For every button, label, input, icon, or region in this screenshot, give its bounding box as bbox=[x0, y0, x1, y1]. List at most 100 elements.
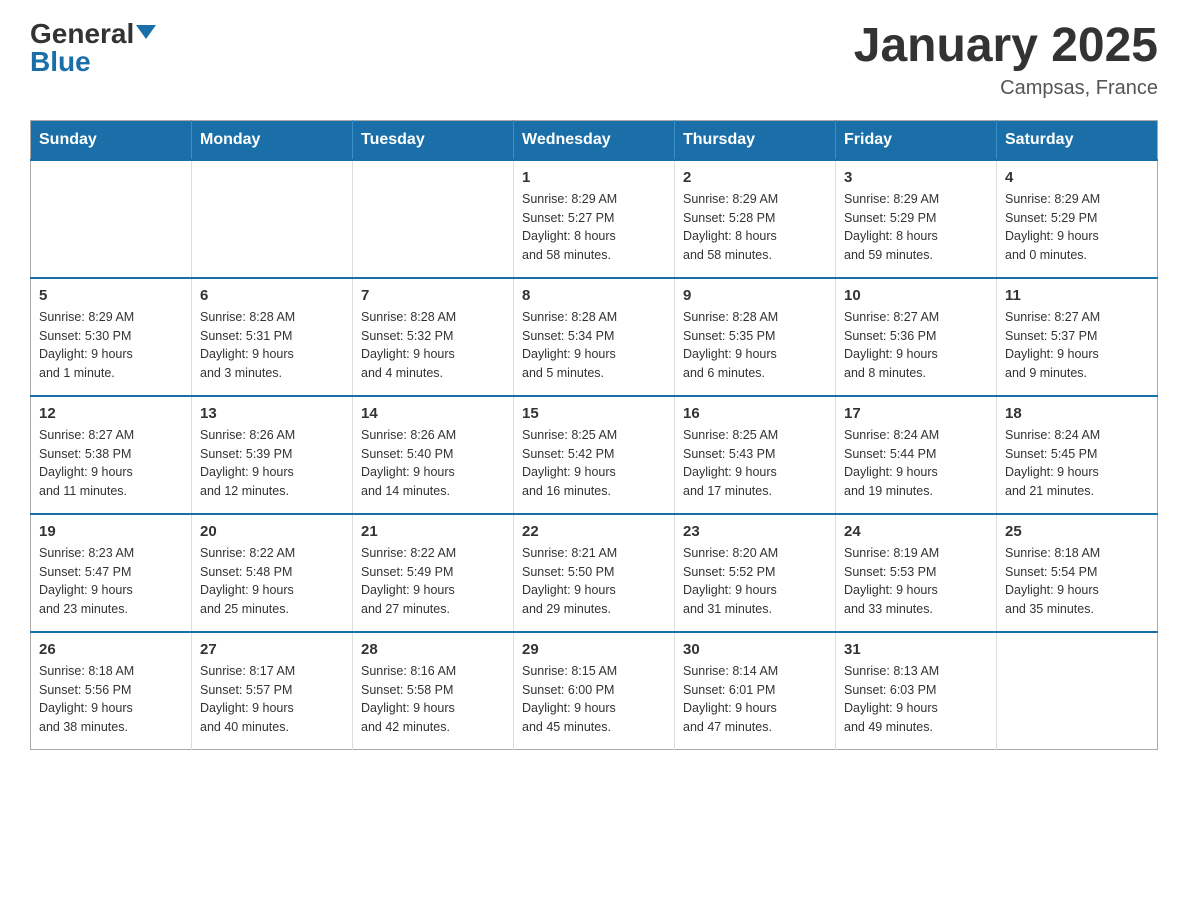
day-number: 11 bbox=[1005, 287, 1149, 304]
logo-general-text: General bbox=[30, 20, 134, 48]
calendar-cell: 21Sunrise: 8:22 AM Sunset: 5:49 PM Dayli… bbox=[353, 514, 514, 632]
day-info: Sunrise: 8:24 AM Sunset: 5:44 PM Dayligh… bbox=[844, 426, 988, 501]
day-number: 16 bbox=[683, 405, 827, 422]
calendar-cell: 29Sunrise: 8:15 AM Sunset: 6:00 PM Dayli… bbox=[514, 632, 675, 750]
day-info: Sunrise: 8:29 AM Sunset: 5:28 PM Dayligh… bbox=[683, 190, 827, 265]
location-text: Campsas, France bbox=[854, 77, 1158, 100]
calendar-cell: 19Sunrise: 8:23 AM Sunset: 5:47 PM Dayli… bbox=[31, 514, 192, 632]
day-info: Sunrise: 8:29 AM Sunset: 5:30 PM Dayligh… bbox=[39, 308, 183, 383]
title-section: January 2025 Campsas, France bbox=[854, 20, 1158, 100]
day-info: Sunrise: 8:25 AM Sunset: 5:43 PM Dayligh… bbox=[683, 426, 827, 501]
day-info: Sunrise: 8:27 AM Sunset: 5:38 PM Dayligh… bbox=[39, 426, 183, 501]
calendar-cell: 3 Sunrise: 8:29 AM Sunset: 5:29 PM Daylig… bbox=[836, 160, 997, 278]
calendar-cell: 6Sunrise: 8:28 AM Sunset: 5:31 PM Daylig… bbox=[192, 278, 353, 396]
day-info: Sunrise: 8:27 AM Sunset: 5:36 PM Dayligh… bbox=[844, 308, 988, 383]
calendar-cell bbox=[997, 632, 1158, 750]
day-number: 8 bbox=[522, 287, 666, 304]
day-number: 14 bbox=[361, 405, 505, 422]
logo-blue-text: Blue bbox=[30, 48, 91, 76]
calendar-body: 1Sunrise: 8:29 AM Sunset: 5:27 PM Daylig… bbox=[31, 160, 1158, 750]
day-info: Sunrise: 8:22 AM Sunset: 5:49 PM Dayligh… bbox=[361, 544, 505, 619]
day-of-week-header: Thursday bbox=[675, 120, 836, 160]
day-number: 25 bbox=[1005, 523, 1149, 540]
calendar-cell: 13 Sunrise: 8:26 AM Sunset: 5:39 PM Dayli… bbox=[192, 396, 353, 514]
calendar-cell: 12 Sunrise: 8:27 AM Sunset: 5:38 PM Dayli… bbox=[31, 396, 192, 514]
day-info: Sunrise: 8:22 AM Sunset: 5:48 PM Dayligh… bbox=[200, 544, 344, 619]
day-number: 3 bbox=[844, 169, 988, 186]
day-info: Sunrise: 8:28 AM Sunset: 5:34 PM Dayligh… bbox=[522, 308, 666, 383]
day-number: 23 bbox=[683, 523, 827, 540]
day-of-week-header: Monday bbox=[192, 120, 353, 160]
calendar-cell: 20 Sunrise: 8:22 AM Sunset: 5:48 PM Dayli… bbox=[192, 514, 353, 632]
calendar-cell: 5 Sunrise: 8:29 AM Sunset: 5:30 PM Daylig… bbox=[31, 278, 192, 396]
calendar-cell: 11 Sunrise: 8:27 AM Sunset: 5:37 PM Dayli… bbox=[997, 278, 1158, 396]
day-info: Sunrise: 8:29 AM Sunset: 5:29 PM Dayligh… bbox=[1005, 190, 1149, 265]
day-info: Sunrise: 8:25 AM Sunset: 5:42 PM Dayligh… bbox=[522, 426, 666, 501]
day-info: Sunrise: 8:26 AM Sunset: 5:39 PM Dayligh… bbox=[200, 426, 344, 501]
calendar-week-row: 19Sunrise: 8:23 AM Sunset: 5:47 PM Dayli… bbox=[31, 514, 1158, 632]
calendar-cell: 17 Sunrise: 8:24 AM Sunset: 5:44 PM Dayli… bbox=[836, 396, 997, 514]
month-title: January 2025 bbox=[854, 20, 1158, 73]
day-number: 30 bbox=[683, 641, 827, 658]
day-info: Sunrise: 8:18 AM Sunset: 5:54 PM Dayligh… bbox=[1005, 544, 1149, 619]
calendar-cell: 18 Sunrise: 8:24 AM Sunset: 5:45 PM Dayli… bbox=[997, 396, 1158, 514]
day-info: Sunrise: 8:24 AM Sunset: 5:45 PM Dayligh… bbox=[1005, 426, 1149, 501]
day-info: Sunrise: 8:27 AM Sunset: 5:37 PM Dayligh… bbox=[1005, 308, 1149, 383]
calendar-cell bbox=[31, 160, 192, 278]
day-info: Sunrise: 8:23 AM Sunset: 5:47 PM Dayligh… bbox=[39, 544, 183, 619]
days-of-week-row: SundayMondayTuesdayWednesdayThursdayFrid… bbox=[31, 120, 1158, 160]
calendar-cell: 1Sunrise: 8:29 AM Sunset: 5:27 PM Daylig… bbox=[514, 160, 675, 278]
day-number: 27 bbox=[200, 641, 344, 658]
calendar-week-row: 12 Sunrise: 8:27 AM Sunset: 5:38 PM Dayli… bbox=[31, 396, 1158, 514]
calendar-cell: 23 Sunrise: 8:20 AM Sunset: 5:52 PM Dayli… bbox=[675, 514, 836, 632]
calendar-cell: 26 Sunrise: 8:18 AM Sunset: 5:56 PM Dayli… bbox=[31, 632, 192, 750]
calendar-week-row: 26 Sunrise: 8:18 AM Sunset: 5:56 PM Dayli… bbox=[31, 632, 1158, 750]
calendar-week-row: 5 Sunrise: 8:29 AM Sunset: 5:30 PM Daylig… bbox=[31, 278, 1158, 396]
day-of-week-header: Friday bbox=[836, 120, 997, 160]
day-info: Sunrise: 8:29 AM Sunset: 5:27 PM Dayligh… bbox=[522, 190, 666, 265]
calendar-cell: 15 Sunrise: 8:25 AM Sunset: 5:42 PM Dayli… bbox=[514, 396, 675, 514]
calendar-cell: 4Sunrise: 8:29 AM Sunset: 5:29 PM Daylig… bbox=[997, 160, 1158, 278]
calendar-cell: 7Sunrise: 8:28 AM Sunset: 5:32 PM Daylig… bbox=[353, 278, 514, 396]
day-number: 9 bbox=[683, 287, 827, 304]
day-number: 18 bbox=[1005, 405, 1149, 422]
day-number: 10 bbox=[844, 287, 988, 304]
day-number: 20 bbox=[200, 523, 344, 540]
day-number: 24 bbox=[844, 523, 988, 540]
day-info: Sunrise: 8:19 AM Sunset: 5:53 PM Dayligh… bbox=[844, 544, 988, 619]
day-info: Sunrise: 8:28 AM Sunset: 5:32 PM Dayligh… bbox=[361, 308, 505, 383]
day-number: 13 bbox=[200, 405, 344, 422]
calendar-cell: 16 Sunrise: 8:25 AM Sunset: 5:43 PM Dayli… bbox=[675, 396, 836, 514]
calendar-cell: 9Sunrise: 8:28 AM Sunset: 5:35 PM Daylig… bbox=[675, 278, 836, 396]
day-number: 17 bbox=[844, 405, 988, 422]
day-number: 31 bbox=[844, 641, 988, 658]
day-info: Sunrise: 8:26 AM Sunset: 5:40 PM Dayligh… bbox=[361, 426, 505, 501]
day-number: 26 bbox=[39, 641, 183, 658]
calendar-cell: 22Sunrise: 8:21 AM Sunset: 5:50 PM Dayli… bbox=[514, 514, 675, 632]
day-number: 29 bbox=[522, 641, 666, 658]
calendar-cell: 28Sunrise: 8:16 AM Sunset: 5:58 PM Dayli… bbox=[353, 632, 514, 750]
calendar-header: SundayMondayTuesdayWednesdayThursdayFrid… bbox=[31, 120, 1158, 160]
day-info: Sunrise: 8:18 AM Sunset: 5:56 PM Dayligh… bbox=[39, 662, 183, 737]
calendar-cell: 30 Sunrise: 8:14 AM Sunset: 6:01 PM Dayli… bbox=[675, 632, 836, 750]
day-info: Sunrise: 8:13 AM Sunset: 6:03 PM Dayligh… bbox=[844, 662, 988, 737]
day-info: Sunrise: 8:17 AM Sunset: 5:57 PM Dayligh… bbox=[200, 662, 344, 737]
day-of-week-header: Saturday bbox=[997, 120, 1158, 160]
day-number: 15 bbox=[522, 405, 666, 422]
day-number: 12 bbox=[39, 405, 183, 422]
day-info: Sunrise: 8:29 AM Sunset: 5:29 PM Dayligh… bbox=[844, 190, 988, 265]
calendar-cell: 10 Sunrise: 8:27 AM Sunset: 5:36 PM Dayli… bbox=[836, 278, 997, 396]
day-of-week-header: Wednesday bbox=[514, 120, 675, 160]
calendar-table: SundayMondayTuesdayWednesdayThursdayFrid… bbox=[30, 120, 1158, 750]
day-info: Sunrise: 8:14 AM Sunset: 6:01 PM Dayligh… bbox=[683, 662, 827, 737]
day-number: 5 bbox=[39, 287, 183, 304]
calendar-week-row: 1Sunrise: 8:29 AM Sunset: 5:27 PM Daylig… bbox=[31, 160, 1158, 278]
logo: General Blue bbox=[30, 20, 156, 76]
page-header: General Blue January 2025 Campsas, Franc… bbox=[30, 20, 1158, 100]
calendar-cell bbox=[192, 160, 353, 278]
calendar-cell: 27 Sunrise: 8:17 AM Sunset: 5:57 PM Dayli… bbox=[192, 632, 353, 750]
day-number: 22 bbox=[522, 523, 666, 540]
day-number: 6 bbox=[200, 287, 344, 304]
day-info: Sunrise: 8:20 AM Sunset: 5:52 PM Dayligh… bbox=[683, 544, 827, 619]
calendar-cell bbox=[353, 160, 514, 278]
